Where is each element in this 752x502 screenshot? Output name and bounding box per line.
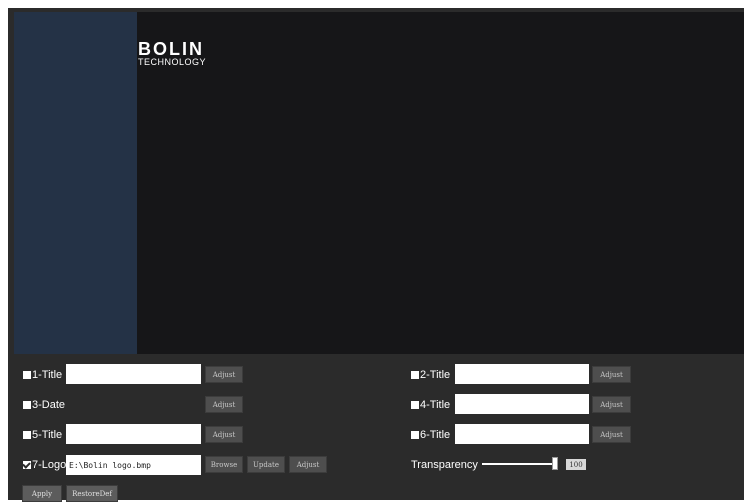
transparency-slider-track[interactable] bbox=[482, 463, 554, 465]
title6-adjust-button[interactable]: Adjust bbox=[592, 426, 631, 443]
title2-adjust-button[interactable]: Adjust bbox=[592, 366, 631, 383]
title1-label: 1-Title bbox=[32, 369, 63, 381]
title6-checkbox[interactable] bbox=[411, 431, 419, 439]
osd-item-2: 2-Title bbox=[411, 364, 450, 386]
logo-browse-button[interactable]: Browse bbox=[205, 456, 243, 473]
title4-adjust-button[interactable]: Adjust bbox=[592, 396, 631, 413]
title6-label: 6-Title bbox=[420, 429, 451, 441]
osd-item-4: 4-Title bbox=[411, 394, 450, 416]
title1-adjust-button[interactable]: Adjust bbox=[205, 366, 243, 383]
logo-checkbox[interactable] bbox=[23, 461, 31, 469]
title6-input[interactable] bbox=[455, 424, 589, 444]
transparency-slider-thumb[interactable] bbox=[552, 457, 558, 470]
transparency-label: Transparency bbox=[411, 459, 478, 471]
logo-brand: BOLIN bbox=[138, 39, 204, 59]
apply-button[interactable]: Apply bbox=[22, 485, 62, 502]
title1-input[interactable] bbox=[66, 364, 201, 384]
date-checkbox[interactable] bbox=[23, 401, 31, 409]
title5-checkbox[interactable] bbox=[23, 431, 31, 439]
video-preview: BOLIN TECHNOLOGY bbox=[14, 12, 744, 354]
osd-item-7: 7-Logo bbox=[23, 454, 66, 476]
logo-path-input[interactable] bbox=[66, 455, 201, 475]
osd-item-1: 1-Title bbox=[23, 364, 62, 386]
logo-adjust-button[interactable]: Adjust bbox=[289, 456, 327, 473]
osd-item-5: 5-Title bbox=[23, 424, 62, 446]
restore-default-button[interactable]: RestoreDef bbox=[66, 485, 118, 502]
title2-checkbox[interactable] bbox=[411, 371, 419, 379]
transparency-value: 100 bbox=[566, 459, 586, 470]
title4-label: 4-Title bbox=[420, 399, 451, 411]
title1-checkbox[interactable] bbox=[23, 371, 31, 379]
date-adjust-button[interactable]: Adjust bbox=[205, 396, 243, 413]
date-label: 3-Date bbox=[32, 399, 66, 411]
title4-checkbox[interactable] bbox=[411, 401, 419, 409]
bolin-logo: BOLIN TECHNOLOGY bbox=[138, 40, 206, 67]
transparency-row: Transparency bbox=[411, 454, 478, 476]
title5-adjust-button[interactable]: Adjust bbox=[205, 426, 243, 443]
osd-item-6: 6-Title bbox=[411, 424, 450, 446]
title2-input[interactable] bbox=[455, 364, 589, 384]
logo-label: 7-Logo bbox=[32, 459, 67, 471]
title5-input[interactable] bbox=[66, 424, 201, 444]
title4-input[interactable] bbox=[455, 394, 589, 414]
logo-subtitle: TECHNOLOGY bbox=[138, 57, 207, 67]
logo-update-button[interactable]: Update bbox=[247, 456, 285, 473]
title5-label: 5-Title bbox=[32, 429, 63, 441]
preview-left-bar bbox=[14, 12, 137, 354]
title2-label: 2-Title bbox=[420, 369, 451, 381]
osd-item-3: 3-Date bbox=[23, 394, 65, 416]
